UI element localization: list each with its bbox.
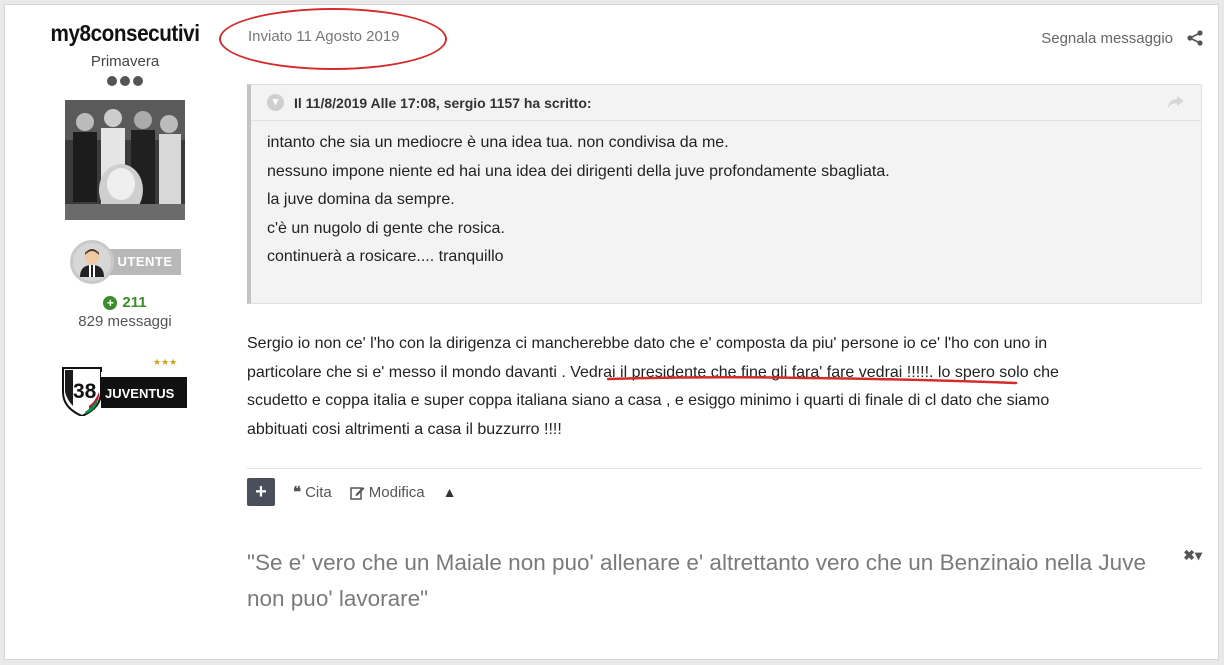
edit-label: Modifica xyxy=(368,483,425,501)
author-panel: my8consecutivi Primavera UTENTE + 211 82… xyxy=(40,20,210,418)
reputation-count: 211 xyxy=(122,294,147,311)
quote-button[interactable]: ❝ Cita xyxy=(293,483,332,502)
annotation-underline xyxy=(606,375,1018,385)
svg-text:★★★: ★★★ xyxy=(153,358,177,368)
rank-pip xyxy=(120,76,130,86)
post-line: abbituati cosi altrimenti a casa il buzz… xyxy=(247,420,562,438)
divider xyxy=(247,468,1202,469)
quote-content: intanto che sia un mediocre è una idea t… xyxy=(251,121,1201,280)
post-text: particolare che si e' messo il mondo dav… xyxy=(247,363,571,381)
go-to-quote-icon[interactable] xyxy=(1167,95,1185,109)
quote-line: la juve domina da sempre. xyxy=(267,191,455,208)
share-icon[interactable] xyxy=(1186,30,1204,46)
quote-line: intanto che sia un mediocre è una idea t… xyxy=(267,134,729,151)
edit-button[interactable]: Modifica xyxy=(350,484,425,501)
plus-circle-icon: + xyxy=(103,295,118,310)
rank-pips xyxy=(40,76,210,86)
post-actions: + ❝ Cita Modifica ▲ xyxy=(247,478,456,506)
quote-line: c'è un nugolo di gente che rosica. xyxy=(267,219,505,237)
quote-label: Cita xyxy=(305,483,332,501)
signature-controls-icon[interactable]: ✖▾ xyxy=(1183,547,1202,564)
chevron-down-icon[interactable]: ▾ xyxy=(267,94,284,111)
avatar[interactable] xyxy=(65,100,185,220)
club-logo: ★★★ 38 JUVENTUS xyxy=(61,356,189,418)
user-group-badge: UTENTE xyxy=(40,240,210,284)
post-content: Sergio io non ce' l'ho con la dirigenza … xyxy=(247,330,1197,444)
club-logo-text: JUVENTUS xyxy=(105,386,175,401)
report-post-link[interactable]: Segnala messaggio xyxy=(1041,30,1173,47)
post-line: scudetto e coppa italia e super coppa it… xyxy=(247,392,1050,409)
post-line: Sergio io non ce' l'ho con la dirigenza … xyxy=(247,335,1048,352)
post-count: 829 messaggi xyxy=(78,313,172,330)
author-name[interactable]: my8consecutivi xyxy=(49,20,202,47)
annotation-circle xyxy=(219,8,447,70)
signature: "Se e' vero che un Maiale non puo' allen… xyxy=(247,550,1146,611)
quote-line: nessuno impone niente ed hai una idea de… xyxy=(267,162,890,180)
quote-header[interactable]: ▾ Il 11/8/2019 Alle 17:08, sergio 1157 h… xyxy=(251,85,1201,121)
rank-pip xyxy=(133,76,143,86)
user-icon xyxy=(69,240,114,284)
author-rank: Primavera xyxy=(90,53,160,70)
quote-line: continuerà a rosicare.... tranquillo xyxy=(267,248,504,265)
rank-pip xyxy=(107,76,117,86)
club-number: 38 xyxy=(73,380,97,403)
quote-icon: ❝ xyxy=(293,484,302,501)
multiquote-button[interactable]: + xyxy=(247,478,275,506)
reputation: + 211 xyxy=(40,294,210,311)
scroll-top-icon[interactable]: ▲ xyxy=(443,484,457,500)
avatar-photo xyxy=(65,100,185,220)
edit-icon xyxy=(350,486,365,500)
quote-block: ▾ Il 11/8/2019 Alle 17:08, sergio 1157 h… xyxy=(247,84,1202,304)
quote-citation: Il 11/8/2019 Alle 17:08, sergio 1157 ha … xyxy=(294,94,592,111)
